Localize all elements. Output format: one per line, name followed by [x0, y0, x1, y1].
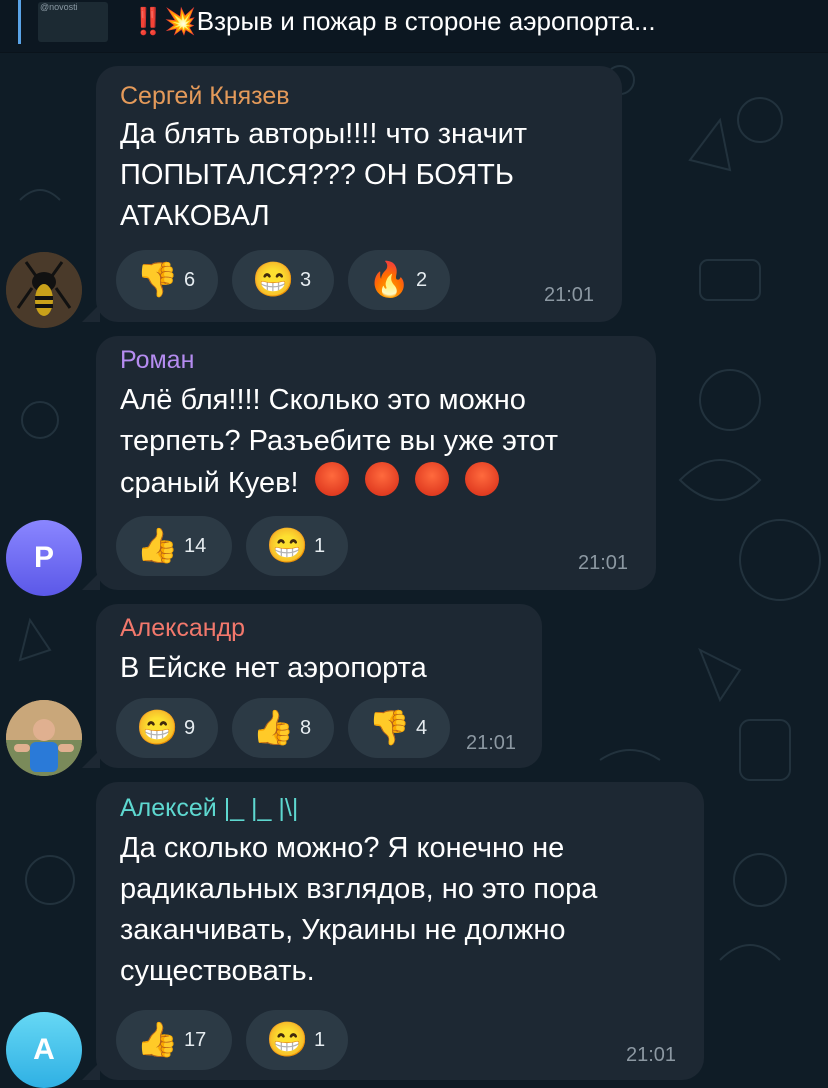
- reaction-fire[interactable]: 🔥 2: [348, 250, 450, 310]
- thumbs-down-icon: 👎: [136, 261, 179, 299]
- reaction-count: 9: [184, 716, 196, 739]
- message-text: В Ейске нет аэропорта: [120, 648, 540, 689]
- grin-face-icon: 😁: [266, 527, 309, 565]
- reaction-count: 2: [416, 268, 428, 291]
- message-4[interactable]: Алексей |_ |_ |\| Да сколько можно? Я ко…: [0, 782, 828, 1088]
- fire-icon: 🔥: [368, 261, 411, 299]
- message-time: 21:01: [466, 732, 517, 754]
- reaction-count: 6: [184, 268, 196, 291]
- message-line: терпеть? Разъебите вы уже этот: [120, 425, 558, 457]
- message-line: заканчивать, Украины не должно: [120, 914, 566, 946]
- message-line: Алё бля!!!! Сколько это можно: [120, 384, 526, 416]
- message-text: Да блять авторы!!!! что значит ПОПЫТАЛСЯ…: [120, 114, 600, 237]
- wasp-icon: [6, 252, 82, 328]
- message-1[interactable]: Сергей Князев Да блять авторы!!!! что зн…: [0, 66, 828, 328]
- message-line: сраный Куев!: [120, 467, 299, 499]
- pinned-thumbnail: @novosti: [38, 2, 108, 42]
- message-author[interactable]: Алексей |_ |_ |\|: [120, 794, 298, 823]
- avatar-letter[interactable]: А: [6, 1012, 82, 1088]
- reaction-count: 1: [314, 534, 326, 557]
- person-avatar[interactable]: [6, 700, 82, 776]
- bubble-tail: [82, 572, 100, 590]
- message-line: радикальных взглядов, но это пора: [120, 873, 598, 905]
- thumbs-down-icon: 👎: [368, 709, 411, 747]
- message-text: Да сколько можно? Я конечно не радикальн…: [120, 828, 690, 992]
- person-photo-icon: [6, 700, 82, 776]
- reaction-thumbs-up[interactable]: 👍 14: [116, 516, 232, 576]
- reaction-count: 3: [300, 268, 312, 291]
- message-line: ПОПЫТАЛСЯ??? ОН БОЯТЬ: [120, 159, 514, 191]
- message-line: АТАКОВАЛ: [120, 200, 270, 232]
- bubble-tail: [82, 304, 100, 322]
- reaction-thumbs-up[interactable]: 👍 17: [116, 1010, 232, 1070]
- angry-face-icon: [464, 462, 499, 496]
- message-line: В Ейске нет аэропорта: [120, 652, 427, 684]
- reaction-count: 1: [314, 1028, 326, 1051]
- reactions-row: 👍 17 😁 1: [116, 1010, 348, 1070]
- reaction-grin[interactable]: 😁 9: [116, 698, 218, 758]
- reaction-count: 17: [184, 1028, 207, 1051]
- reaction-count: 14: [184, 534, 207, 557]
- reactions-row: 😁 9 👍 8 👎 4: [116, 698, 450, 758]
- message-author[interactable]: Сергей Князев: [120, 82, 290, 111]
- grin-face-icon: 😁: [266, 1021, 309, 1059]
- reaction-grin[interactable]: 😁 3: [232, 250, 334, 310]
- reaction-thumbs-down[interactable]: 👎 6: [116, 250, 218, 310]
- message-2[interactable]: Роман Алё бля!!!! Сколько это можно терп…: [0, 336, 828, 600]
- pinned-indicator: [18, 0, 21, 44]
- message-time: 21:01: [578, 552, 629, 574]
- message-time: 21:01: [544, 284, 595, 306]
- reaction-thumbs-up[interactable]: 👍 8: [232, 698, 334, 758]
- grin-face-icon: 😁: [136, 709, 179, 747]
- message-line-with-emojis: сраный Куев!: [120, 462, 640, 504]
- pinned-thumb-caption: @novosti: [40, 2, 78, 12]
- message-line: Да сколько можно? Я конечно не: [120, 832, 565, 864]
- reactions-row: 👎 6 😁 3 🔥 2: [116, 250, 450, 310]
- thumbs-up-icon: 👍: [136, 1021, 179, 1059]
- pinned-message-text: ‼️💥Взрыв и пожар в стороне аэропорта...: [132, 6, 656, 36]
- angry-face-icon: [414, 462, 449, 496]
- thumbs-up-icon: 👍: [136, 527, 179, 565]
- message-time: 21:01: [626, 1044, 677, 1066]
- avatar-letter[interactable]: Р: [6, 520, 82, 596]
- bubble-tail: [82, 750, 100, 768]
- wasp-avatar[interactable]: [6, 252, 82, 328]
- avatar-initial: Р: [33, 541, 54, 574]
- angry-face-icon: [364, 462, 399, 496]
- thumbs-up-icon: 👍: [252, 709, 295, 747]
- reactions-row: 👍 14 😁 1: [116, 516, 348, 576]
- message-text: Алё бля!!!! Сколько это можно терпеть? Р…: [120, 380, 640, 504]
- message-author[interactable]: Александр: [120, 614, 245, 643]
- message-line: существовать.: [120, 955, 315, 987]
- grin-face-icon: 😁: [252, 261, 295, 299]
- reaction-grin[interactable]: 😁 1: [246, 516, 348, 576]
- angry-face-icon: [314, 462, 349, 496]
- reaction-count: 4: [416, 716, 428, 739]
- pinned-message-bar[interactable]: @novosti ‼️💥Взрыв и пожар в стороне аэро…: [0, 0, 828, 53]
- message-3[interactable]: Александр В Ейске нет аэропорта 😁 9 👍 8 …: [0, 604, 828, 776]
- reaction-thumbs-down[interactable]: 👎 4: [348, 698, 450, 758]
- reaction-grin[interactable]: 😁 1: [246, 1010, 348, 1070]
- message-line: Да блять авторы!!!! что значит: [120, 118, 528, 150]
- message-author[interactable]: Роман: [120, 346, 194, 375]
- avatar-initial: А: [33, 1033, 55, 1066]
- reaction-count: 8: [300, 716, 312, 739]
